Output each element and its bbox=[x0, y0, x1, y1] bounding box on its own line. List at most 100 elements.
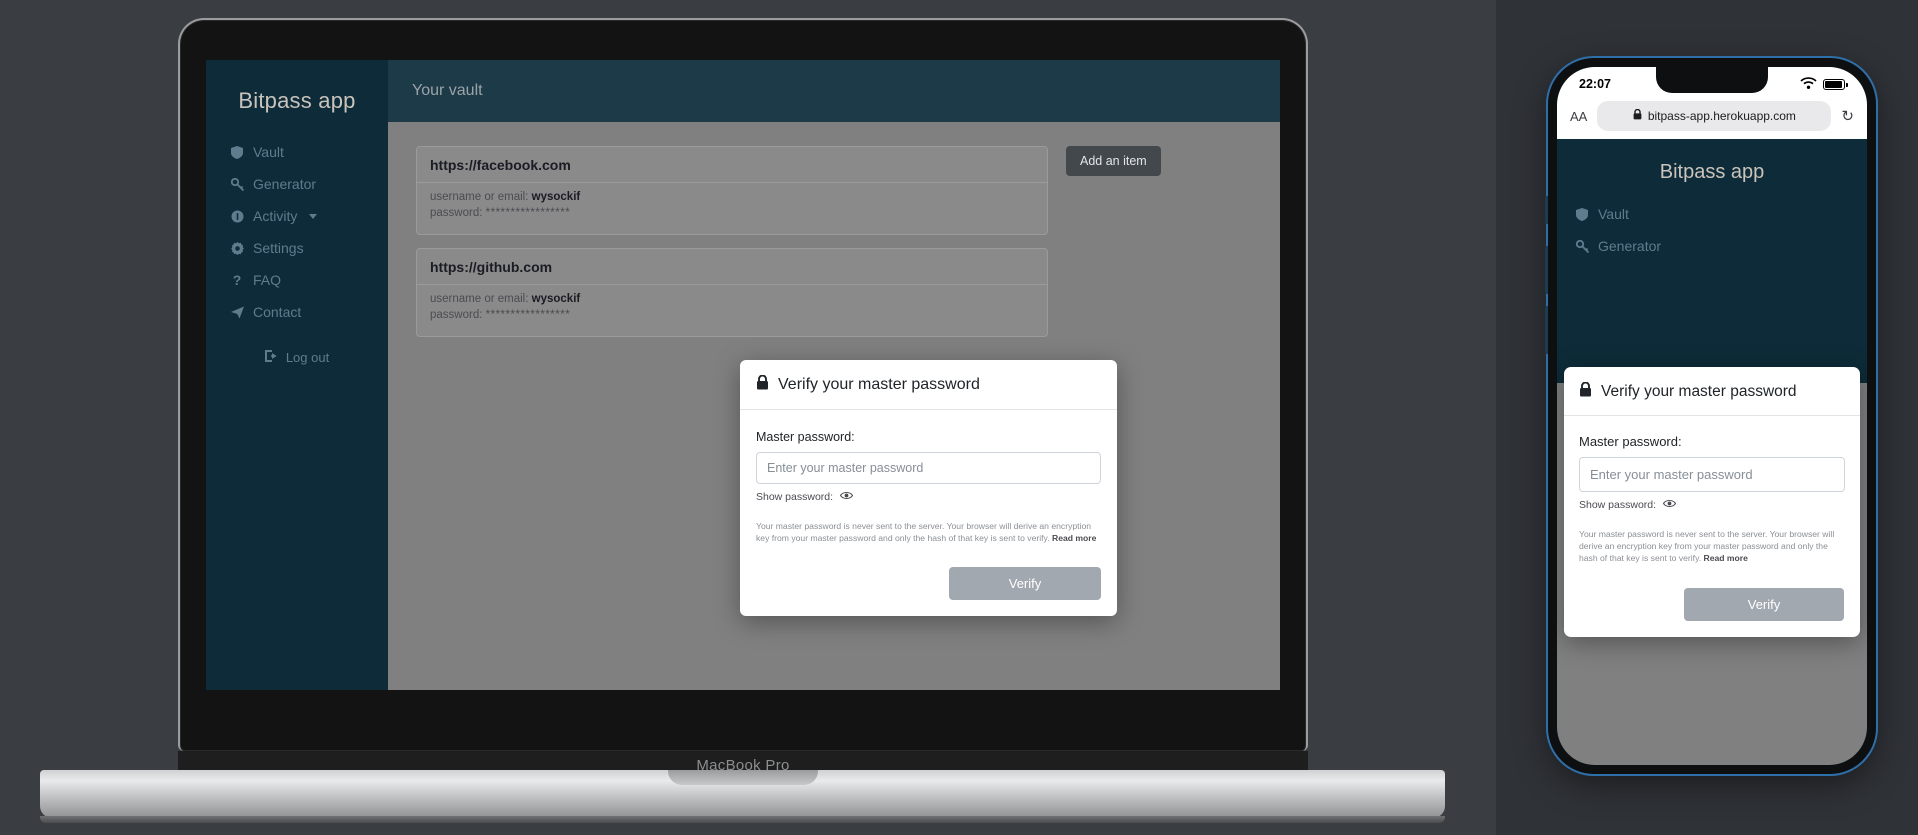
modal-body: Master password: Show password: Your mas… bbox=[740, 410, 1117, 554]
sidebar-item-settings[interactable]: Settings bbox=[206, 232, 388, 264]
phone-side-button bbox=[1545, 196, 1548, 224]
sidebar-item-generator[interactable]: Generator bbox=[206, 168, 388, 200]
url-field[interactable]: bitpass-app.herokuapp.com bbox=[1597, 101, 1832, 131]
phone-modal-body: Master password: Show password: Your mas… bbox=[1564, 416, 1860, 575]
phone-modal-header: Verify your master password bbox=[1564, 367, 1860, 416]
phone-volume-up-button bbox=[1545, 246, 1548, 294]
key-icon bbox=[230, 177, 244, 191]
phone-master-password-label: Master password: bbox=[1579, 434, 1682, 449]
logout-label: Log out bbox=[285, 350, 330, 365]
read-more-link[interactable]: Read more bbox=[1704, 553, 1748, 563]
sidebar-item-label: Contact bbox=[253, 304, 302, 320]
add-item-button[interactable]: Add an item bbox=[1066, 146, 1161, 176]
sidebar-item-label: Vault bbox=[253, 144, 284, 160]
brand-title: Bitpass app bbox=[238, 88, 356, 113]
sidebar-item-label: FAQ bbox=[253, 272, 282, 288]
sidebar-item-faq[interactable]: ? FAQ bbox=[206, 264, 388, 296]
vault-content: https://facebook.com username or email: … bbox=[388, 122, 1280, 690]
laptop-screen: Bitpass app Vault Generator Activity Set… bbox=[206, 60, 1280, 690]
shield-icon bbox=[1575, 207, 1589, 221]
vault-item-password-masked: ***************** bbox=[485, 309, 571, 321]
password-prefix: password: bbox=[430, 207, 483, 219]
topbar: Your vault bbox=[388, 60, 1280, 122]
vault-item-username-line: username or email: wysockif bbox=[430, 191, 1034, 203]
password-prefix: password: bbox=[430, 309, 483, 321]
main-area: Your vault https://facebook.com username… bbox=[388, 60, 1280, 690]
sidebar-item-label: Generator bbox=[253, 176, 317, 192]
vault-item-card[interactable]: https://github.com username or email: wy… bbox=[416, 248, 1048, 337]
vault-item-username: wysockif bbox=[531, 191, 581, 203]
sidebar-item-activity[interactable]: Activity bbox=[206, 200, 388, 232]
lock-icon bbox=[1579, 381, 1592, 402]
phone-master-password-input[interactable] bbox=[1579, 457, 1845, 492]
key-icon bbox=[1575, 239, 1589, 253]
shield-icon bbox=[230, 145, 244, 159]
lock-icon bbox=[756, 374, 769, 395]
page-title: Your vault bbox=[412, 82, 483, 99]
sidebar-item-contact[interactable]: Contact bbox=[206, 296, 388, 328]
phone-sidebar-item-generator[interactable]: Generator bbox=[1557, 230, 1867, 262]
eye-icon[interactable] bbox=[839, 491, 854, 503]
url-text: bitpass-app.herokuapp.com bbox=[1647, 109, 1796, 123]
logout-icon bbox=[264, 350, 278, 365]
eye-icon[interactable] bbox=[1662, 499, 1677, 511]
safari-url-bar: AA bitpass-app.herokuapp.com ↻ bbox=[1557, 101, 1867, 139]
wifi-icon bbox=[1800, 76, 1817, 92]
modal-header: Verify your master password bbox=[740, 360, 1117, 410]
phone-volume-down-button bbox=[1545, 306, 1548, 354]
lock-icon bbox=[1633, 108, 1642, 123]
username-prefix: username or email: bbox=[430, 191, 529, 203]
sidebar: Bitpass app Vault Generator Activity Set… bbox=[206, 60, 388, 690]
phone-security-note: Your master password is never sent to th… bbox=[1579, 528, 1845, 565]
vault-item-password-masked: ***************** bbox=[485, 207, 571, 219]
show-password-label: Show password: bbox=[1579, 499, 1657, 511]
vault-item-password-line: password: ***************** bbox=[430, 207, 1034, 219]
vault-item-site: https://github.com bbox=[417, 249, 1047, 285]
phone-sidebar-item-label: Generator bbox=[1598, 238, 1662, 254]
phone-modal-title: Verify your master password bbox=[1601, 383, 1797, 400]
logout-button[interactable]: Log out bbox=[206, 350, 388, 365]
security-note-text: Your master password is never sent to th… bbox=[756, 521, 1092, 544]
username-prefix: username or email: bbox=[430, 293, 529, 305]
phone-sidebar-item-label: Vault bbox=[1598, 206, 1629, 222]
iphone-mockup: 22:07 AA bitpass-app.herokuapp.com ↻ Bit… bbox=[1545, 58, 1876, 774]
reload-icon[interactable]: ↻ bbox=[1841, 107, 1857, 125]
battery-icon bbox=[1823, 78, 1848, 90]
show-password-label: Show password: bbox=[756, 491, 834, 503]
show-password-toggle[interactable]: Show password: bbox=[756, 491, 1101, 503]
sidebar-item-label: Activity bbox=[253, 208, 298, 224]
phone-notch bbox=[1656, 67, 1768, 93]
master-password-input[interactable] bbox=[756, 452, 1101, 484]
bitpass-web-app: Bitpass app Vault Generator Activity Set… bbox=[206, 60, 1280, 690]
macbook-mockup: Bitpass app Vault Generator Activity Set… bbox=[178, 18, 1308, 781]
security-note: Your master password is never sent to th… bbox=[756, 520, 1101, 544]
verify-master-password-modal: Verify your master password Master passw… bbox=[740, 360, 1117, 617]
read-more-link[interactable]: Read more bbox=[1052, 533, 1096, 543]
status-time: 22:07 bbox=[1579, 77, 1611, 91]
phone-bitpass-app: Bitpass app Vault Generator https://face… bbox=[1557, 139, 1867, 765]
laptop-base bbox=[40, 770, 1445, 818]
phone-show-password-toggle[interactable]: Show password: bbox=[1579, 499, 1845, 511]
chevron-down-icon bbox=[309, 213, 318, 219]
laptop-base-shadow bbox=[40, 816, 1445, 823]
phone-screen: 22:07 AA bitpass-app.herokuapp.com ↻ Bit… bbox=[1557, 67, 1867, 765]
modal-title: Verify your master password bbox=[778, 376, 980, 393]
phone-sidebar-item-vault[interactable]: Vault bbox=[1557, 198, 1867, 230]
modal-footer: Verify bbox=[740, 554, 1117, 616]
info-circle-icon bbox=[230, 210, 244, 223]
vault-item-username: wysockif bbox=[531, 293, 581, 305]
vault-item-card[interactable]: https://facebook.com username or email: … bbox=[416, 146, 1048, 235]
phone-brand-title: Bitpass app bbox=[1659, 161, 1765, 183]
text-size-button[interactable]: AA bbox=[1567, 109, 1587, 124]
sidebar-item-vault[interactable]: Vault bbox=[206, 136, 388, 168]
verify-button[interactable]: Verify bbox=[949, 567, 1101, 601]
phone-verify-master-password-modal: Verify your master password Master passw… bbox=[1564, 367, 1860, 637]
paper-plane-icon bbox=[230, 306, 244, 319]
master-password-label: Master password: bbox=[756, 430, 855, 444]
question-mark-icon: ? bbox=[232, 272, 242, 288]
vault-item-password-line: password: ***************** bbox=[430, 309, 1034, 321]
sidebar-item-label: Settings bbox=[253, 240, 304, 256]
vault-item-list: https://facebook.com username or email: … bbox=[416, 146, 1048, 350]
phone-verify-button[interactable]: Verify bbox=[1684, 587, 1844, 621]
laptop-base-notch bbox=[667, 770, 818, 785]
